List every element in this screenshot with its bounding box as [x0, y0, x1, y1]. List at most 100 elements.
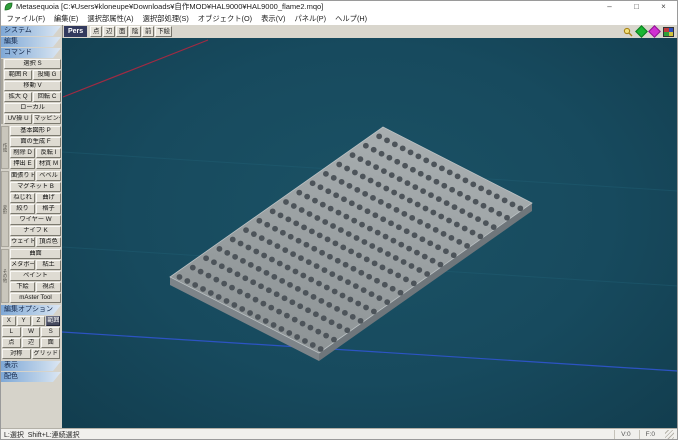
command-button[interactable]: ローカル [4, 103, 61, 113]
viewport-canvas[interactable] [62, 38, 678, 429]
edit-option-button[interactable]: X [2, 316, 16, 326]
view-toggle-group: 点辺面陰前下絵 [90, 26, 172, 37]
command-rows: 面張り Hベベルマグネット Bねじれ曲げ絞り格子ワイヤー Wナイフ Kウェイト頂… [9, 171, 61, 247]
edit-option-button[interactable]: 面 [41, 338, 60, 348]
view-toggle-button[interactable]: 辺 [103, 26, 115, 37]
edit-options-panel: XYZ範囲LWS点辺面対称グリッド [2, 316, 60, 359]
edit-option-button[interactable]: グリッド [32, 349, 61, 359]
menu-item[interactable]: ヘルプ(H) [331, 14, 372, 24]
command-button[interactable]: 反転 I [36, 148, 61, 158]
view-toggle-button[interactable]: 前 [142, 26, 154, 37]
command-button[interactable]: 面の生成 F [10, 137, 61, 147]
edit-option-button[interactable]: L [2, 327, 21, 337]
command-button[interactable]: 押出 E [10, 159, 35, 169]
zoom-icon[interactable] [623, 27, 633, 37]
view-toggle-button[interactable]: 点 [90, 26, 102, 37]
menu-item[interactable]: 選択部処理(S) [138, 14, 193, 24]
panel-header-system[interactable]: システム [1, 26, 61, 36]
edit-option-button[interactable]: Z [32, 316, 46, 326]
menu-item[interactable]: 編集(E) [50, 14, 83, 24]
command-button[interactable]: 下絵 [10, 282, 35, 292]
viewport-3d[interactable] [62, 38, 678, 429]
material-palette-icon[interactable] [663, 27, 674, 37]
command-row: 基本図形 P [10, 126, 61, 136]
command-button[interactable]: 視点 [36, 282, 61, 292]
view-toggle-button[interactable]: 陰 [129, 26, 141, 37]
command-button[interactable]: メタボール [10, 260, 35, 270]
command-group: 選択選択 S範囲 R投縄 G移動 V拡大 Q回転 CローカルUV操 Uマッピング [1, 59, 61, 124]
command-button[interactable]: 曲げ [36, 193, 61, 203]
view-mode-tab[interactable]: Pers [64, 26, 87, 37]
command-button[interactable]: ワイヤー W [10, 215, 61, 225]
menu-item[interactable]: 表示(V) [257, 14, 290, 24]
rotate-green-icon[interactable] [635, 25, 648, 38]
edit-option-button[interactable]: 対称 [2, 349, 31, 359]
command-button[interactable]: ねじれ [10, 193, 35, 203]
edit-option-button[interactable]: S [41, 327, 60, 337]
command-button[interactable]: mAster Tool [10, 293, 61, 303]
command-button[interactable]: ペイント [10, 271, 61, 281]
panel-header-colors[interactable]: 配色 [1, 372, 61, 382]
command-row: mAster Tool [10, 293, 61, 303]
menu-item[interactable]: ファイル(F) [2, 14, 50, 24]
command-button[interactable]: 削除 D [10, 148, 35, 158]
status-counter: F:0 [639, 430, 661, 439]
command-button[interactable]: 絞り [10, 204, 35, 214]
command-button[interactable]: 範囲 R [4, 70, 32, 80]
command-button[interactable]: 格子 [36, 204, 61, 214]
command-button[interactable]: ウェイト [10, 237, 35, 247]
command-group: 作成基本図形 P面の生成 F削除 D反転 I押出 E材質 M [1, 126, 61, 169]
menu-item[interactable]: オブジェクト(O) [193, 14, 256, 24]
maximize-button[interactable]: □ [623, 0, 650, 14]
command-button[interactable]: 頂点色 [36, 237, 61, 247]
command-row: マグネット B [10, 182, 61, 192]
command-button[interactable]: UV操 U [4, 114, 32, 124]
panel-header-display[interactable]: 表示 [1, 361, 61, 371]
command-row: ナイフ K [10, 226, 61, 236]
panel-header-edit[interactable]: 編集 [1, 37, 61, 47]
command-button[interactable]: マッピング [33, 114, 61, 124]
command-button[interactable]: 移動 V [4, 81, 61, 91]
menu-item[interactable]: パネル(P) [290, 14, 331, 24]
view-toggle-button[interactable]: 下絵 [155, 26, 172, 37]
command-panel: 選択選択 S範囲 R投縄 G移動 V拡大 Q回転 CローカルUV操 Uマッピング… [0, 59, 62, 303]
command-rows: 曲面メタボール粘土ペイント下絵視点mAster Tool [9, 249, 61, 303]
sidebar: システム 編集 コマンド 選択選択 S範囲 R投縄 G移動 V拡大 Q回転 Cロ… [0, 25, 63, 429]
menubar: ファイル(F)編集(E)選択部属性(A)選択部処理(S)オブジェクト(O)表示(… [0, 13, 372, 25]
close-button[interactable]: × [650, 0, 677, 14]
command-button[interactable]: 選択 S [4, 59, 61, 69]
command-row: 曲面 [10, 249, 61, 259]
command-button[interactable]: 面張り H [10, 171, 35, 181]
command-button[interactable]: ベベル [36, 171, 61, 181]
command-button[interactable]: 粘土 [36, 260, 61, 270]
edit-option-button[interactable]: 点 [2, 338, 21, 348]
command-button[interactable]: 回転 C [33, 92, 61, 102]
edit-option-row: XYZ範囲 [2, 316, 60, 326]
view-toolbar: Pers 点辺面陰前下絵 [62, 25, 678, 39]
edit-option-button[interactable]: Y [17, 316, 31, 326]
command-row: ワイヤー W [10, 215, 61, 225]
command-button[interactable]: ナイフ K [10, 226, 61, 236]
edit-option-button[interactable]: W [22, 327, 41, 337]
command-button[interactable]: 投縄 G [33, 70, 61, 80]
command-button[interactable]: 拡大 Q [4, 92, 32, 102]
status-counter: V:0 [614, 430, 637, 439]
menu-item[interactable]: 選択部属性(A) [83, 14, 138, 24]
rotate-magenta-icon[interactable] [648, 25, 661, 38]
panel-header-command[interactable]: コマンド [1, 48, 61, 58]
command-row: メタボール粘土 [10, 260, 61, 270]
edit-option-button[interactable]: 範囲 [46, 316, 60, 326]
command-row: 面張り Hベベル [10, 171, 61, 181]
command-button[interactable]: 曲面 [10, 249, 61, 259]
resize-grip-icon[interactable] [665, 430, 674, 439]
command-button[interactable]: 基本図形 P [10, 126, 61, 136]
command-row: 押出 E材質 M [10, 159, 61, 169]
minimize-button[interactable]: – [596, 0, 623, 14]
view-toggle-button[interactable]: 面 [116, 26, 128, 37]
command-button[interactable]: マグネット B [10, 182, 61, 192]
command-button[interactable]: 材質 M [36, 159, 61, 169]
command-row: 下絵視点 [10, 282, 61, 292]
edit-option-button[interactable]: 辺 [22, 338, 41, 348]
panel-header-edit-options[interactable]: 編集オプション [1, 305, 61, 315]
command-row: 面の生成 F [10, 137, 61, 147]
